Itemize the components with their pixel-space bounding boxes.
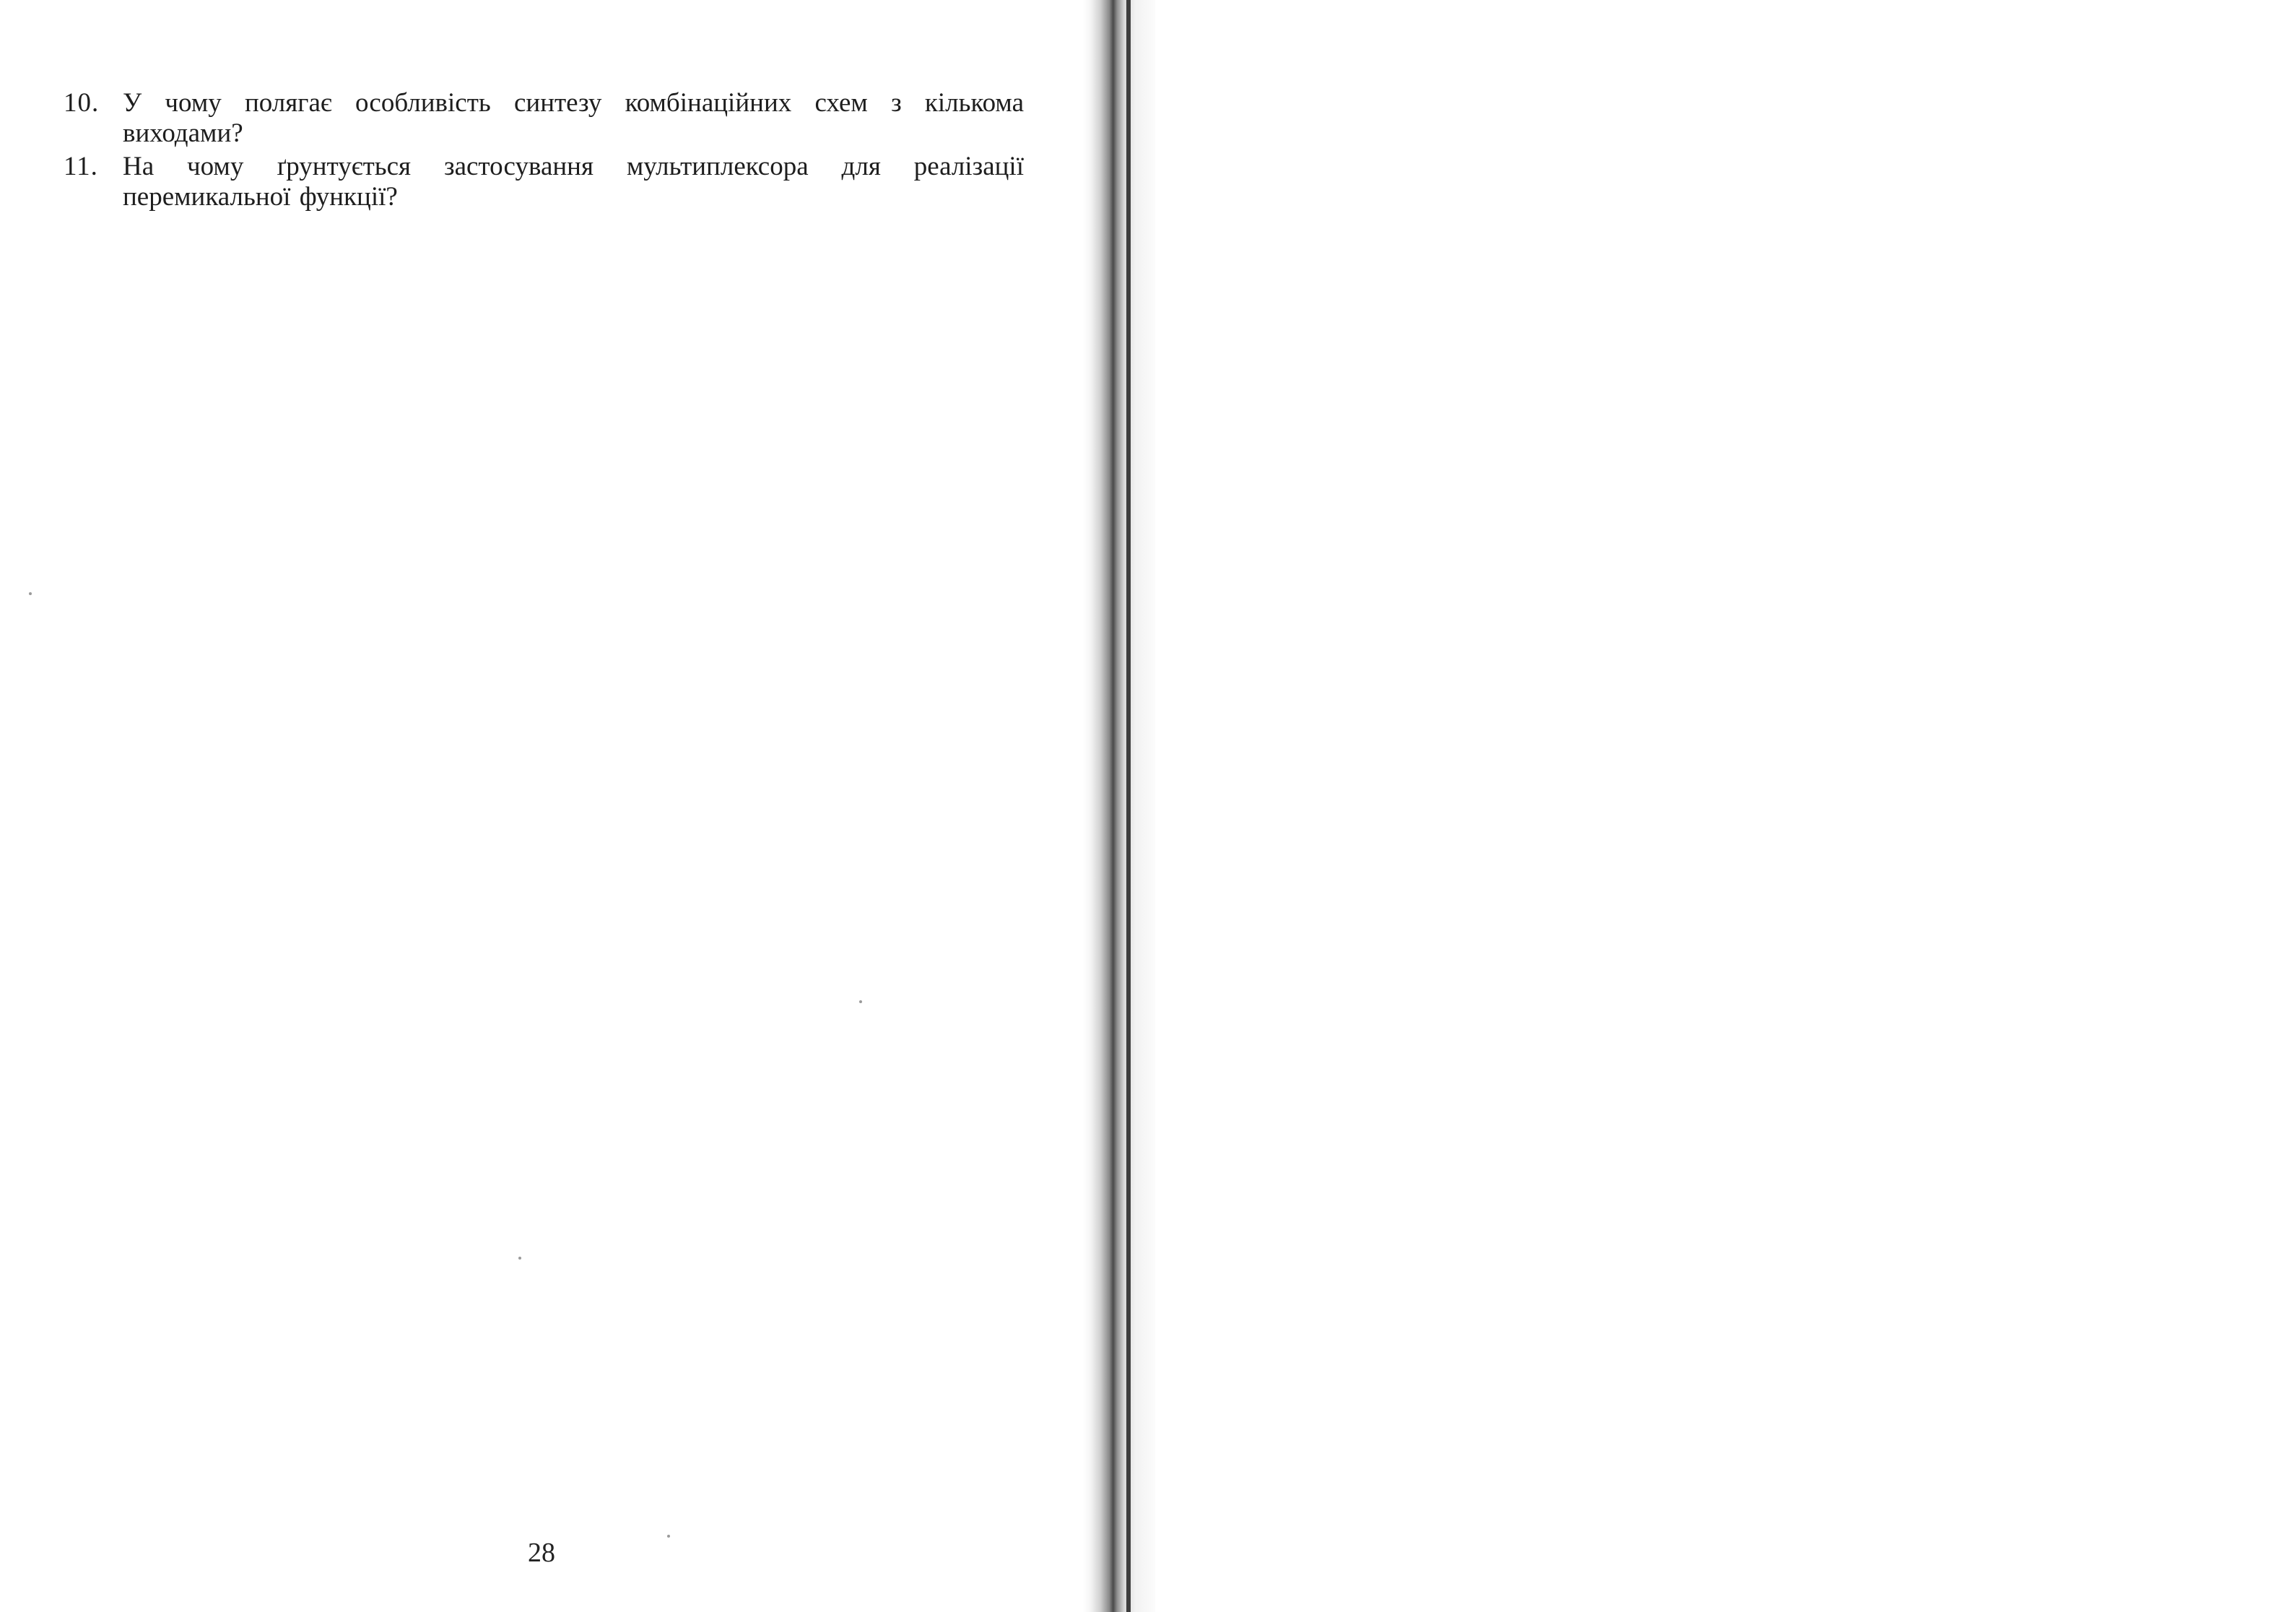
question-number: 11.: [64, 152, 98, 181]
scan-speck: [859, 1000, 862, 1003]
scan-speck: [29, 592, 32, 595]
question-text: У чому полягає особливість синтезу комбі…: [123, 88, 1024, 148]
page-number: 28: [528, 1538, 555, 1568]
scanned-book-spread: 10. У чому полягає особливість синтезу к…: [0, 0, 2296, 1612]
question-number: 10.: [64, 88, 100, 118]
question-text: На чому ґрунтується застосування мультип…: [123, 152, 1024, 212]
question-list: 10. У чому полягає особливість синтезу к…: [64, 88, 1024, 215]
question-item-11: 11. На чому ґрунтується застосування мул…: [64, 152, 1024, 212]
scan-speck: [518, 1257, 521, 1260]
left-page: 10. У чому полягає особливість синтезу к…: [0, 0, 1105, 1612]
question-item-10: 10. У чому полягає особливість синтезу к…: [64, 88, 1024, 149]
book-gutter-shadow: [1083, 0, 1162, 1612]
book-gutter-edge: [1126, 0, 1131, 1612]
scan-speck: [667, 1535, 670, 1538]
right-page-blank: [1155, 0, 2296, 1612]
